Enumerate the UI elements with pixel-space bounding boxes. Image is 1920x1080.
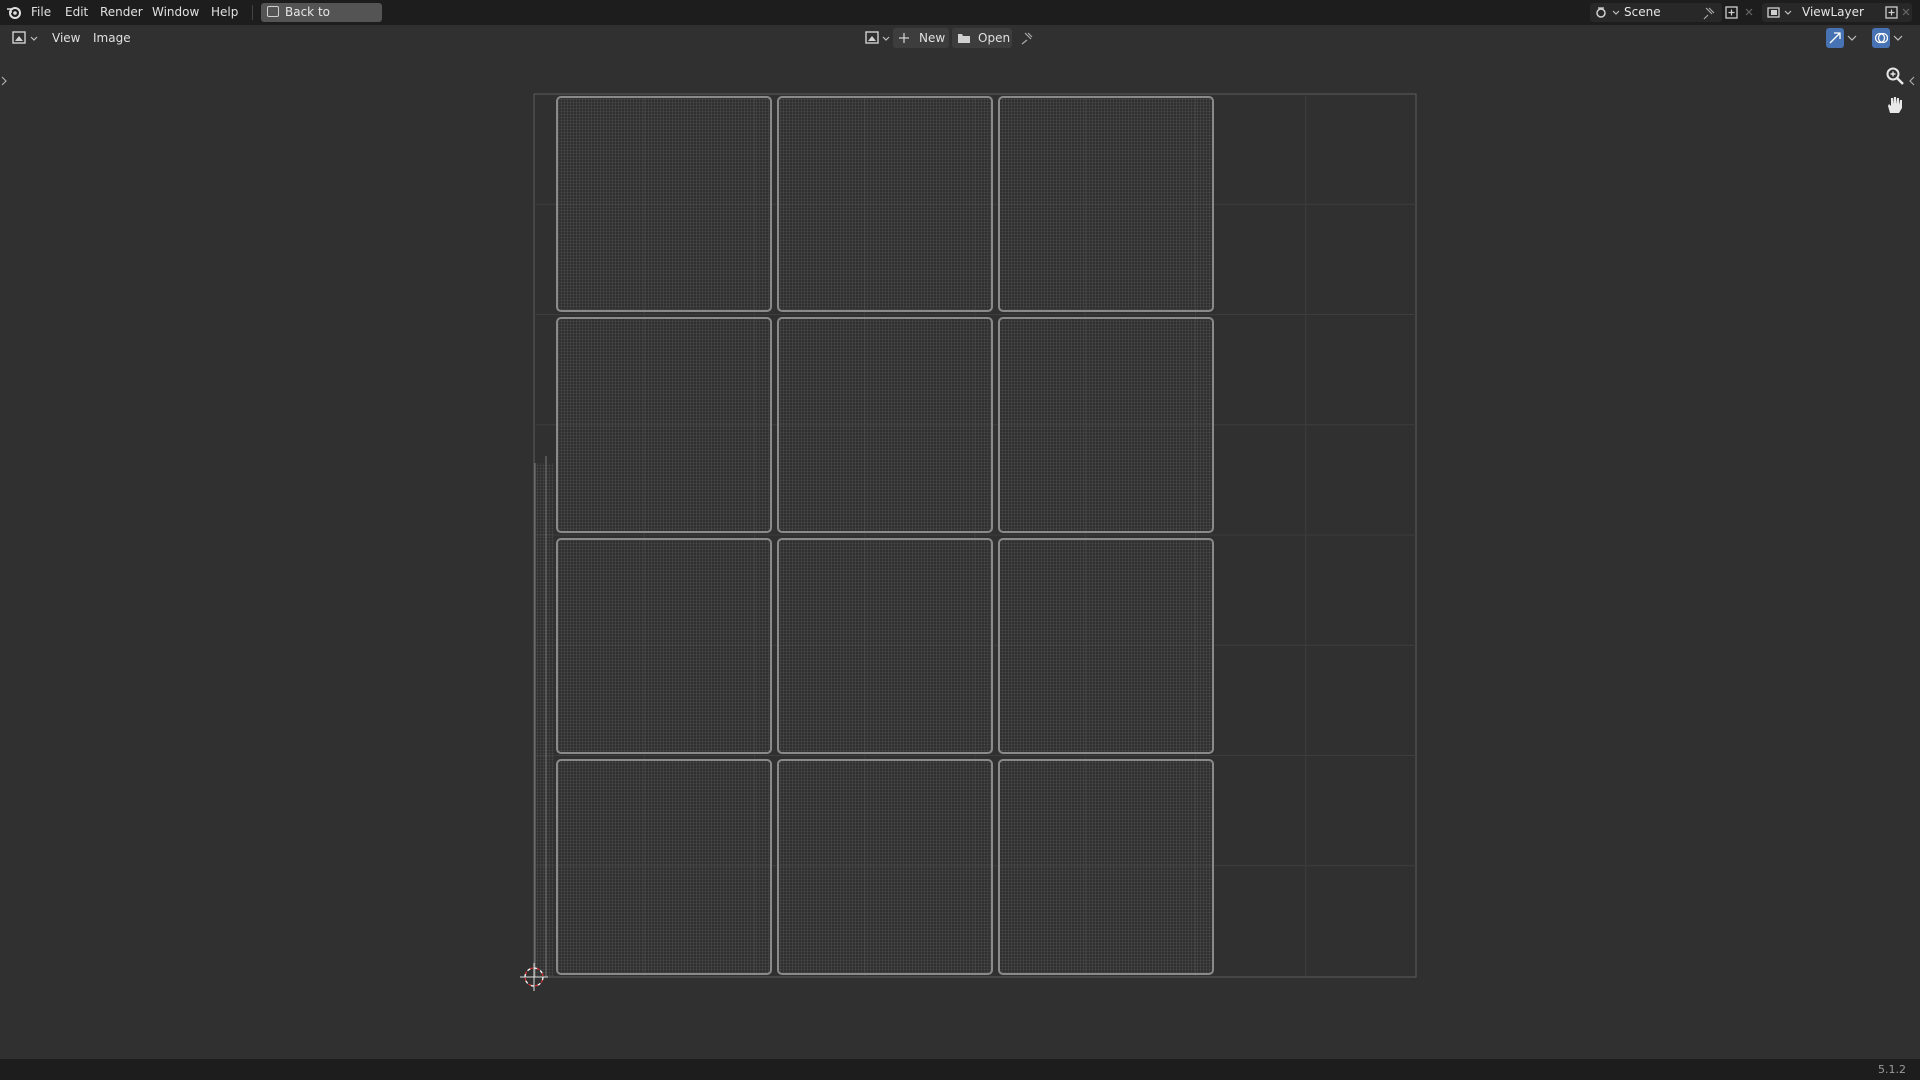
view-layer-selector[interactable]: ViewLayer [1762,3,1912,22]
scene-selector[interactable]: Scene [1590,3,1722,22]
gizmo-icon [1829,32,1841,44]
overlay-dropdown-icon[interactable] [1892,33,1904,43]
uv-island[interactable] [556,759,772,975]
menu-file[interactable]: File [31,0,51,25]
pin-icon[interactable] [1702,6,1716,20]
open-image-button[interactable]: Open [952,28,1012,48]
open-image-label: Open [978,31,1011,45]
editor-type-icon[interactable] [10,29,40,47]
back-to-previous-button[interactable]: Back to Previous [261,3,382,38]
fullscreen-exit-icon [267,6,279,17]
menu-window[interactable]: Window [152,0,199,25]
new-image-button[interactable]: New [893,28,949,48]
menu-edit[interactable]: Edit [65,0,88,25]
uv-island[interactable] [556,317,772,533]
pin-image-icon[interactable] [1020,31,1034,45]
uv-edge-strip [534,456,554,977]
blender-logo-icon[interactable] [6,4,22,20]
top-bar: File Edit Render Window Help Back to Pre… [0,0,1920,38]
new-scene-icon[interactable] [1724,5,1740,20]
menu-render[interactable]: Render [100,0,143,25]
uv-island[interactable] [998,96,1214,312]
zoom-icon[interactable] [1884,65,1906,87]
overlay-toggle-button[interactable] [1872,28,1890,48]
view-layer-icon [1767,7,1792,18]
uv-island[interactable] [556,96,772,312]
new-image-label: New [919,31,946,45]
uv-island[interactable] [777,759,993,975]
plus-icon [899,33,909,43]
scene-icon [1596,7,1620,18]
image-browse-icon[interactable] [864,29,892,47]
uv-island[interactable] [998,538,1214,754]
uv-island[interactable] [777,317,993,533]
version-label: 5.1.2 [1878,1063,1906,1076]
delete-scene-icon[interactable] [1743,6,1755,18]
status-bar: 5.1.2 [0,1059,1920,1080]
uv-editor-viewport[interactable] [0,51,1920,1059]
folder-icon [958,34,970,43]
gizmo-dropdown-icon[interactable] [1846,33,1858,43]
delete-view-layer-icon[interactable] [1900,6,1912,18]
menu-image[interactable]: Image [93,25,131,51]
uv-island[interactable] [998,317,1214,533]
uv-island[interactable] [777,538,993,754]
pan-hand-icon[interactable] [1884,94,1906,116]
uv-island[interactable] [777,96,993,312]
uv-island[interactable] [556,538,772,754]
menu-separator [252,5,253,20]
menu-help[interactable]: Help [211,0,238,25]
overlay-icon [1874,32,1888,44]
new-view-layer-icon[interactable] [1884,5,1900,20]
view-layer-name: ViewLayer [1802,5,1864,19]
uv-canvas[interactable] [0,51,1920,1059]
editor-header: View Image New Open [0,25,1920,51]
scene-name: Scene [1624,5,1661,19]
menu-view[interactable]: View [52,25,80,51]
gizmo-toggle-button[interactable] [1826,28,1844,48]
uv-island[interactable] [998,759,1214,975]
